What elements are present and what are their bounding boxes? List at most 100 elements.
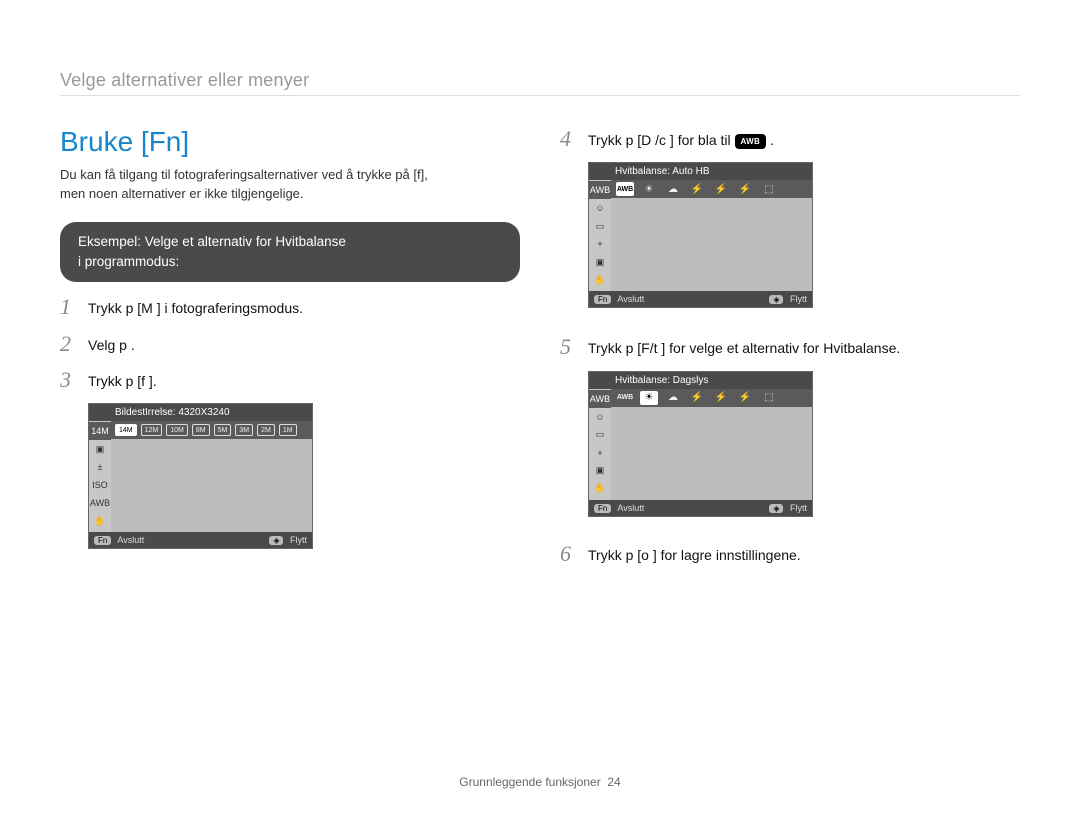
chip: 12M bbox=[141, 424, 163, 436]
fn-button-label: Fn bbox=[94, 536, 111, 545]
chip: 5M bbox=[214, 424, 232, 436]
lcd-bottombar: Fn Avslutt ◈ Flytt bbox=[89, 532, 312, 548]
lcd-screenshot-wb-auto: ISO AWB ☺ ▭ + ▣ ✋ Hvitbalanse: Auto HB A… bbox=[588, 162, 813, 308]
wb-option-icon: ⚡ bbox=[712, 182, 730, 196]
step-5: 5 Trykk p [F/t ] for velge et alternativ… bbox=[560, 334, 1020, 360]
nav-button-icon: ◈ bbox=[769, 295, 783, 304]
fn-button-label: Fn bbox=[594, 504, 611, 513]
callout-line1: Eksempel: Velge et alternativ for Hvitba… bbox=[78, 234, 346, 249]
callout-line2: i programmodus: bbox=[78, 254, 179, 269]
lcd-sidebar: ISO AWB ☺ ▭ + ▣ ✋ bbox=[589, 372, 611, 500]
ev-icon: ± bbox=[89, 458, 111, 476]
step-number: 4 bbox=[560, 126, 578, 152]
lcd-sidebar: ▲ 14M ▣ ± ISO AWB ✋ bbox=[89, 404, 111, 532]
footer-label: Grunnleggende funksjoner bbox=[459, 775, 600, 789]
wb-option-icon: ⬚ bbox=[760, 391, 778, 405]
lcd-screenshot-wb-daylight: ISO AWB ☺ ▭ + ▣ ✋ Hvitbalanse: Dagslys A… bbox=[588, 371, 813, 517]
footer-page-number: 24 bbox=[607, 775, 620, 789]
intro-text: Du kan få tilgang til fotograferingsalte… bbox=[60, 166, 520, 204]
example-callout: Eksempel: Velge et alternativ for Hvitba… bbox=[60, 222, 520, 283]
meter-icon: ▣ bbox=[589, 462, 611, 480]
lcd-exit-label: Avslutt bbox=[117, 535, 144, 545]
page-footer: Grunnleggende funksjoner 24 bbox=[0, 775, 1080, 789]
intro-line1: Du kan få tilgang til fotograferingsalte… bbox=[60, 167, 428, 182]
lcd-exit-label: Avslutt bbox=[617, 294, 644, 304]
awb-badge-icon: AWB bbox=[735, 134, 767, 150]
wb-icon: AWB bbox=[589, 181, 611, 199]
face-icon: ☺ bbox=[589, 199, 611, 217]
hand-icon: ✋ bbox=[89, 512, 111, 530]
wb-option-icon: ⚡ bbox=[736, 182, 754, 196]
focus-icon: + bbox=[589, 444, 611, 462]
intro-line2: men noen alternativer er ikke tilgjengel… bbox=[60, 186, 304, 201]
step-number: 6 bbox=[560, 541, 578, 567]
focus-icon: + bbox=[589, 235, 611, 253]
step-4-text: Trykk p [D /c ] for bla til bbox=[588, 132, 735, 148]
lcd-chip-row: 14M 12M 10M 8M 5M 3M 2M 1M bbox=[111, 421, 312, 439]
step-4-dot: . bbox=[770, 132, 774, 148]
lcd-title: Hvitbalanse: Dagslys bbox=[589, 372, 812, 389]
chip: 1M bbox=[279, 424, 297, 436]
step-4: 4 Trykk p [D /c ] for bla til AWB . bbox=[560, 126, 1020, 152]
wb-icon: AWB bbox=[589, 390, 611, 408]
step-3: 3 Trykk p [f ]. bbox=[60, 367, 520, 393]
lcd-wb-row: AWB ☀ ☁ ⚡ ⚡ ⚡ ⬚ bbox=[611, 180, 812, 198]
step-text: Trykk p [f ]. bbox=[88, 367, 157, 391]
step-text: Trykk p [F/t ] for velge et alternativ f… bbox=[588, 334, 900, 358]
lcd-bottombar: Fn Avslutt ◈ Flytt bbox=[589, 500, 812, 516]
chip: 8M bbox=[192, 424, 210, 436]
lcd-title: BildestIrrelse: 4320X3240 bbox=[89, 404, 312, 421]
step-text: Trykk p [D /c ] for bla til AWB . bbox=[588, 126, 774, 150]
step-text: Trykk p [o ] for lagre innstillingene. bbox=[588, 541, 801, 565]
wb-icon: AWB bbox=[89, 494, 111, 512]
lcd-exit-label: Avslutt bbox=[617, 503, 644, 513]
area-icon: ▭ bbox=[589, 426, 611, 444]
wb-option-icon: ☀ bbox=[640, 391, 658, 405]
step-text: Trykk p [M ] i fotograferingsmodus. bbox=[88, 294, 303, 318]
step-text: Velg p . bbox=[88, 331, 135, 355]
step-number: 2 bbox=[60, 331, 78, 357]
lcd-move-label: Flytt bbox=[790, 294, 807, 304]
wb-option-icon: AWB bbox=[616, 391, 634, 405]
wb-option-icon: ☁ bbox=[664, 182, 682, 196]
step-2: 2 Velg p . bbox=[60, 331, 520, 357]
lcd-move-label: Flytt bbox=[790, 503, 807, 513]
wb-option-icon: ☀ bbox=[640, 182, 658, 196]
wb-option-icon: ☁ bbox=[664, 391, 682, 405]
size-icon: 14M bbox=[89, 422, 111, 440]
right-column: 4 Trykk p [D /c ] for bla til AWB . ISO … bbox=[560, 126, 1020, 577]
step-number: 5 bbox=[560, 334, 578, 360]
step-number: 3 bbox=[60, 367, 78, 393]
breadcrumb: Velge alternativer eller menyer bbox=[60, 70, 1020, 96]
lcd-wb-row: AWB ☀ ☁ ⚡ ⚡ ⚡ ⬚ bbox=[611, 389, 812, 407]
step-6: 6 Trykk p [o ] for lagre innstillingene. bbox=[560, 541, 1020, 567]
nav-button-icon: ◈ bbox=[769, 504, 783, 513]
wb-option-icon: ⚡ bbox=[688, 391, 706, 405]
lcd-title: Hvitbalanse: Auto HB bbox=[589, 163, 812, 180]
chip: 10M bbox=[166, 424, 188, 436]
chip: 3M bbox=[235, 424, 253, 436]
lcd-screenshot-size: ▲ 14M ▣ ± ISO AWB ✋ BildestIrrelse: 4320… bbox=[88, 403, 313, 549]
iso2-icon: ISO bbox=[89, 476, 111, 494]
chip: 2M bbox=[257, 424, 275, 436]
wb-option-icon: ⬚ bbox=[760, 182, 778, 196]
step-number: 1 bbox=[60, 294, 78, 320]
face-icon: ☺ bbox=[589, 408, 611, 426]
wb-option-icon: AWB bbox=[616, 182, 634, 196]
quality-icon: ▣ bbox=[89, 440, 111, 458]
step-1: 1 Trykk p [M ] i fotograferingsmodus. bbox=[60, 294, 520, 320]
meter-icon: ▣ bbox=[589, 253, 611, 271]
wb-option-icon: ⚡ bbox=[712, 391, 730, 405]
chip: 14M bbox=[115, 424, 137, 436]
hand-icon: ✋ bbox=[589, 271, 611, 289]
lcd-sidebar: ISO AWB ☺ ▭ + ▣ ✋ bbox=[589, 163, 611, 291]
hand-icon: ✋ bbox=[589, 480, 611, 498]
lcd-move-label: Flytt bbox=[290, 535, 307, 545]
wb-option-icon: ⚡ bbox=[688, 182, 706, 196]
lcd-bottombar: Fn Avslutt ◈ Flytt bbox=[589, 291, 812, 307]
area-icon: ▭ bbox=[589, 217, 611, 235]
fn-button-label: Fn bbox=[594, 295, 611, 304]
left-column: Bruke [Fn] Du kan få tilgang til fotogra… bbox=[60, 126, 520, 577]
section-title: Bruke [Fn] bbox=[60, 126, 520, 158]
wb-option-icon: ⚡ bbox=[736, 391, 754, 405]
